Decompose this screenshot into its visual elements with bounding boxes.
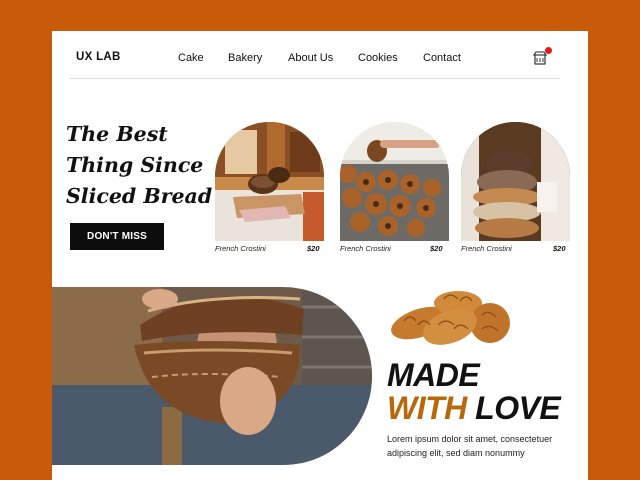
feature-heading-rest: LOVE [475, 390, 561, 426]
brand-logo[interactable]: UX LAB [76, 51, 121, 63]
header-divider [70, 78, 560, 79]
product-price: $20 [307, 244, 320, 253]
shop-cart-icon[interactable] [533, 51, 547, 65]
product-price: $20 [553, 244, 566, 253]
feature-description: Lorem ipsum dolor sit amet, consectetuer… [387, 434, 553, 458]
baker-photo [52, 287, 372, 465]
feature-heading-line-2: WITH LOVE [387, 390, 561, 426]
nav-cookies[interactable]: Cookies [358, 52, 398, 64]
nav-contact[interactable]: Contact [423, 52, 461, 64]
product-price: $20 [430, 244, 443, 253]
dont-miss-button[interactable]: DON'T MISS [70, 223, 164, 250]
product-image-bread-stack[interactable] [461, 122, 570, 241]
product-name: French Crostini [215, 244, 266, 253]
notification-dot [545, 47, 552, 54]
product-name: French Crostini [340, 244, 391, 253]
product-name: French Crostini [461, 244, 512, 253]
nav-bakery[interactable]: Bakery [228, 52, 262, 64]
landing-page: UX LAB Cake Bakery About Us Cookies Cont… [52, 31, 588, 480]
hero-title-line-3: Sliced Bread [66, 184, 213, 208]
product-image-bread-board[interactable] [215, 122, 324, 241]
feature-heading-line-1: MADE [387, 357, 480, 393]
feature-heading-accent: WITH [387, 390, 467, 426]
hero-title: The Best Thing Since Sliced Bread [66, 119, 216, 212]
hero-title-line-2: Thing Since [66, 153, 204, 177]
nav-cake[interactable]: Cake [178, 52, 204, 64]
nav-about-us[interactable]: About Us [288, 52, 333, 64]
hero-title-line-1: The Best [66, 122, 168, 146]
croissants-image [391, 291, 510, 345]
product-image-bagels-tray[interactable] [340, 122, 449, 241]
